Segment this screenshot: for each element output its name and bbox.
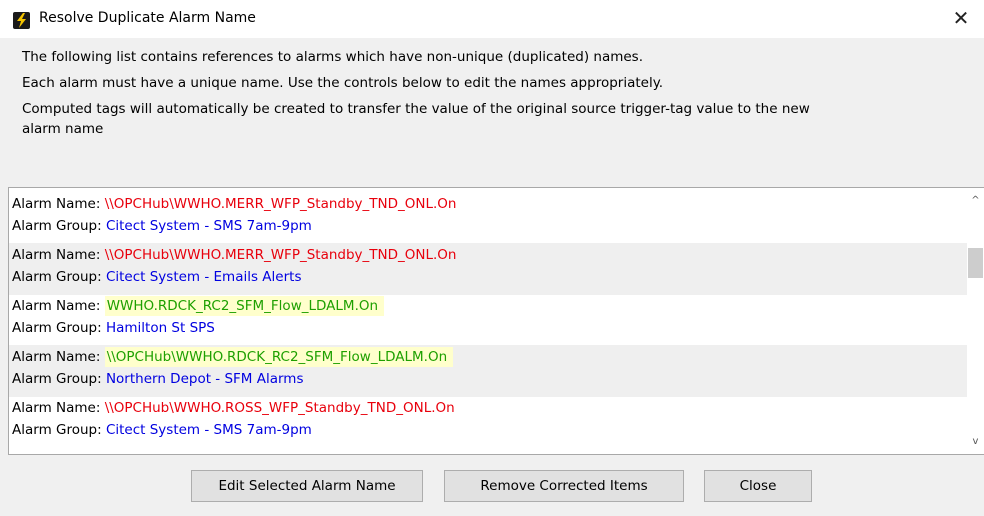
alarm-group-label: Alarm Group: [12,371,106,387]
alarm-group-value: Citect System - SMS 7am-9pm [105,422,312,438]
alarm-name-label: Alarm Name: [12,400,105,416]
app-lightning-icon [13,12,30,29]
alarm-name-label: Alarm Name: [12,298,105,314]
description-line-2: Each alarm must have a unique name. Use … [22,75,664,91]
alarm-group-label: Alarm Group: [12,218,106,234]
description-line-1: The following list contains references t… [22,49,644,65]
alarm-name-value: \\OPCHub\WWHO.ROSS_WFP_Standby_TND_ONL.O… [104,400,455,416]
list-item[interactable]: Alarm Name: \\OPCHub\WWHO.ROSS_WFP_Stand… [9,396,967,448]
alarm-group-value: Northern Depot - SFM Alarms [105,371,304,387]
scroll-down-arrow-icon[interactable]: v [967,433,984,450]
alarm-name-value: WWHO.RDCK_RC2_SFM_Flow_LDALM.On [104,296,385,316]
close-window-button[interactable]: ✕ [938,0,984,38]
alarm-group-value: Hamilton St SPS [105,320,215,336]
close-icon: ✕ [952,6,970,30]
description-line-3a: Computed tags will automatically be crea… [22,101,810,117]
window-title: Resolve Duplicate Alarm Name [39,10,256,26]
duplicate-alarm-list[interactable]: Alarm Name: \\OPCHub\WWHO.MERR_WFP_Stand… [8,187,984,455]
list-item[interactable]: Alarm Name: \\OPCHub\WWHO.RDCK_RC2_SFM_F… [9,345,967,397]
list-item[interactable]: Alarm Name: \\OPCHub\WWHO.MERR_WFP_Stand… [9,243,967,295]
alarm-group-label: Alarm Group: [12,269,106,285]
list-item[interactable]: Alarm Name: \\OPCHub\WWHO.MERR_WFP_Stand… [9,192,967,244]
description-line-3b: alarm name [22,121,104,137]
alarm-name-value: \\OPCHub\WWHO.MERR_WFP_Standby_TND_ONL.O… [104,196,457,212]
list-item[interactable]: Alarm Name: WWHO.RDCK_RC2_SFM_Flow_LDALM… [9,294,967,346]
alarm-name-value: \\OPCHub\WWHO.MERR_WFP_Standby_TND_ONL.O… [104,247,457,263]
alarm-group-label: Alarm Group: [12,422,106,438]
close-button[interactable]: Close [704,470,812,502]
scroll-up-arrow-icon[interactable]: ^ [967,192,984,209]
alarm-group-label: Alarm Group: [12,320,106,336]
remove-corrected-items-button[interactable]: Remove Corrected Items [444,470,684,502]
vertical-scrollbar[interactable]: ^ v [967,188,984,454]
scroll-thumb[interactable] [968,248,983,278]
edit-selected-alarm-name-button[interactable]: Edit Selected Alarm Name [191,470,423,502]
alarm-group-value: Citect System - Emails Alerts [105,269,302,285]
alarm-name-label: Alarm Name: [12,349,105,365]
alarm-name-value: \\OPCHub\WWHO.RDCK_RC2_SFM_Flow_LDALM.On [104,347,454,367]
title-bar: Resolve Duplicate Alarm Name ✕ [0,0,984,38]
alarm-group-value: Citect System - SMS 7am-9pm [105,218,312,234]
alarm-name-label: Alarm Name: [12,196,105,212]
alarm-name-label: Alarm Name: [12,247,105,263]
